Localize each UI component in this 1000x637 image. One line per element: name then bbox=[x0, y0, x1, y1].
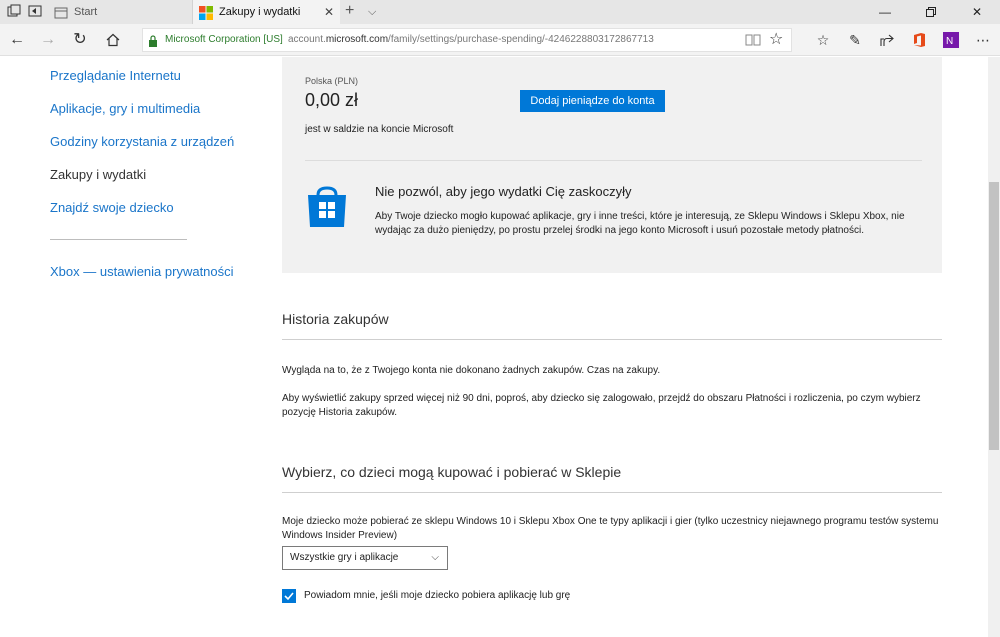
pen-notes-icon[interactable]: ✎ bbox=[843, 28, 867, 52]
content-type-select[interactable]: Wszystkie gry i aplikacje ⌵ bbox=[282, 546, 448, 570]
tab-label: Start bbox=[74, 6, 98, 18]
lock-icon bbox=[148, 34, 158, 47]
sidebar-item-browsing[interactable]: Przeglądanie Internetu bbox=[50, 68, 181, 83]
select-value: Wszystkie gry i aplikacje bbox=[290, 552, 399, 563]
sidebar-item-purchases[interactable]: Zakupy i wydatki bbox=[50, 167, 146, 182]
back-icon[interactable]: ← bbox=[5, 28, 29, 52]
svg-text:N: N bbox=[946, 36, 953, 47]
tab-zakupy[interactable]: Zakupy i wydatki ✕ bbox=[193, 0, 340, 24]
favorite-star-icon[interactable]: ☆ bbox=[769, 29, 783, 51]
scrollbar-thumb[interactable] bbox=[989, 182, 999, 450]
add-money-button[interactable]: Dodaj pieniądze do konta bbox=[520, 90, 665, 112]
chevron-down-icon: ⌵ bbox=[431, 552, 439, 563]
url-text[interactable]: account.microsoft.com/family/settings/pu… bbox=[288, 29, 654, 51]
currency-label: Polska (PLN) bbox=[305, 76, 359, 86]
store-description: Moje dziecko może pobierać ze sklepu Win… bbox=[282, 516, 939, 541]
history-divider bbox=[282, 339, 942, 340]
store-title: Wybierz, co dzieci mogą kupować i pobier… bbox=[282, 464, 622, 480]
sidebar-divider bbox=[50, 239, 187, 240]
promo-body: Aby Twoje dziecko mogło kupować aplikacj… bbox=[375, 211, 905, 236]
navigation-bar: ← → ↻ Microsoft Corporation [US] account… bbox=[0, 24, 1000, 56]
favorites-hub-icon[interactable]: ☆ bbox=[811, 28, 835, 52]
tab-bar: Start Zakupy i wydatki ✕ + ⌵ — ✕ bbox=[0, 0, 1000, 24]
promo-title: Nie pozwól, aby jego wydatki Cię zaskocz… bbox=[375, 184, 632, 199]
notify-checkbox[interactable] bbox=[282, 589, 296, 603]
sidebar-item-xbox-privacy[interactable]: Xbox — ustawienia prywatności bbox=[50, 264, 234, 279]
office-icon[interactable] bbox=[907, 28, 931, 52]
tab-start[interactable]: Start bbox=[48, 0, 193, 24]
close-tab-icon[interactable]: ✕ bbox=[324, 0, 334, 24]
tab-label: Zakupy i wydatki bbox=[219, 6, 301, 18]
minimize-icon[interactable]: — bbox=[862, 0, 908, 24]
balance-amount: 0,00 zł bbox=[305, 90, 359, 110]
sidebar-item-find-child[interactable]: Znajdź swoje dziecko bbox=[50, 200, 174, 215]
history-info-text: Aby wyświetlić zakupy sprzed więcej niż … bbox=[282, 393, 921, 418]
forward-icon[interactable]: → bbox=[36, 28, 60, 52]
tab-preview-icon[interactable] bbox=[6, 4, 22, 20]
address-bar[interactable]: Microsoft Corporation [US] account.micro… bbox=[142, 28, 792, 52]
close-window-icon[interactable]: ✕ bbox=[954, 0, 1000, 24]
store-divider bbox=[282, 492, 942, 493]
history-title: Historia zakupów bbox=[282, 311, 389, 327]
reading-view-icon[interactable] bbox=[745, 32, 761, 48]
sidebar-item-screen-time[interactable]: Godziny korzystania z urządzeń bbox=[50, 134, 234, 149]
share-icon[interactable] bbox=[875, 28, 899, 52]
panel-divider bbox=[305, 160, 922, 161]
notify-label: Powiadom mnie, jeśli moje dziecko pobier… bbox=[304, 590, 571, 601]
more-options-icon[interactable]: ⋯ bbox=[971, 28, 995, 52]
sidebar-item-apps-games[interactable]: Aplikacje, gry i multimedia bbox=[50, 101, 200, 116]
microsoft-logo-icon bbox=[199, 5, 213, 20]
onenote-icon[interactable]: N bbox=[939, 28, 963, 52]
store-bag-icon bbox=[305, 185, 349, 229]
checkmark-icon bbox=[284, 592, 294, 601]
new-tab-icon[interactable]: + bbox=[345, 0, 354, 22]
history-empty-text: Wygląda na to, że z Twojego konta nie do… bbox=[282, 365, 661, 376]
page-icon bbox=[54, 5, 68, 19]
site-identity[interactable]: Microsoft Corporation [US] bbox=[165, 29, 283, 51]
restore-icon[interactable] bbox=[908, 0, 954, 24]
balance-note: jest w saldzie na koncie Microsoft bbox=[305, 124, 454, 135]
refresh-icon[interactable]: ↻ bbox=[68, 28, 92, 52]
chevron-down-icon[interactable]: ⌵ bbox=[368, 0, 376, 24]
home-icon[interactable] bbox=[101, 28, 125, 52]
set-aside-tabs-icon[interactable] bbox=[27, 4, 43, 20]
